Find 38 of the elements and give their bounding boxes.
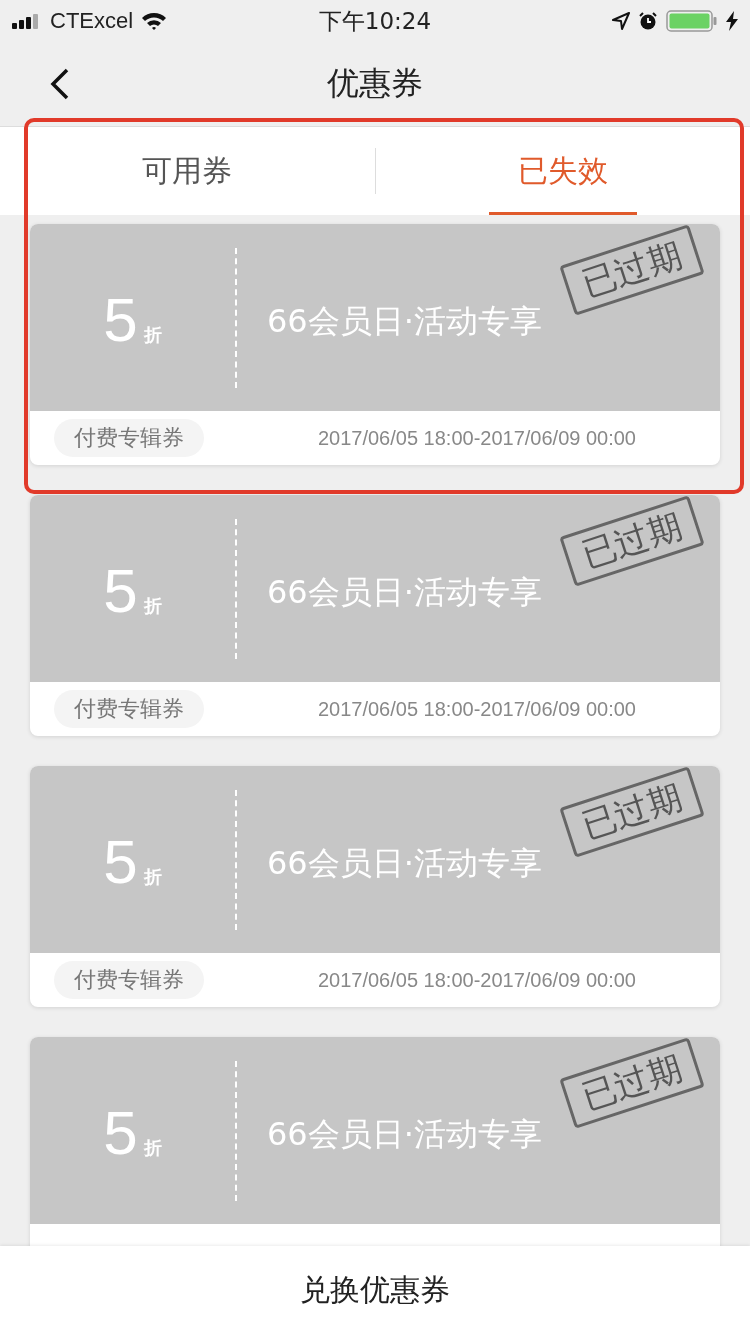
coupon-title: 66会员日·活动专享 [267, 1113, 542, 1155]
charging-bolt-icon [726, 11, 738, 31]
redeem-coupon-button[interactable]: 兑换优惠券 [0, 1246, 750, 1334]
validity-period: 2017/06/05 18:00-2017/06/09 00:00 [317, 426, 636, 450]
discount-amount: 5 [103, 284, 138, 355]
alarm-clock-icon [638, 11, 658, 31]
page-title: 优惠券 [327, 63, 423, 104]
validity-period: 2017/06/05 18:00-2017/06/09 00:00 [317, 697, 636, 721]
location-arrow-icon [612, 12, 630, 30]
clock-time: 下午10:24 [317, 6, 433, 36]
tab[interactable]: 已失效 [375, 127, 750, 215]
expired-stamp: 已过期 [559, 766, 705, 858]
coupon-card[interactable]: 5 折 66会员日·活动专享 已过期 [30, 1037, 720, 1246]
discount-amount: 5 [103, 1097, 138, 1168]
expired-stamp: 已过期 [559, 224, 705, 316]
tab[interactable]: 可用券 [0, 127, 375, 215]
discount-amount: 5 [103, 555, 138, 626]
expired-stamp: 已过期 [559, 1037, 705, 1129]
expired-stamp: 已过期 [559, 495, 705, 587]
discount-unit: 折 [143, 1136, 162, 1160]
carrier-name: CTExcel [50, 8, 134, 34]
discount-unit: 折 [143, 865, 162, 889]
wifi-icon [141, 11, 168, 31]
discount-unit: 折 [143, 594, 162, 618]
discount-unit: 折 [143, 323, 162, 347]
coupon-card[interactable]: 5 折 66会员日·活动专享 已过期 付费专辑券 2017/06/05 18:00-2017/06/09 00:00 [30, 495, 720, 736]
discount-amount: 5 [103, 826, 138, 897]
validity-period: 2017/06/05 18:00-2017/06/09 00:00 [317, 968, 636, 992]
battery-icon [666, 10, 718, 32]
coupon-tag: 付费专辑券 [54, 961, 204, 999]
coupon-title: 66会员日·活动专享 [267, 842, 542, 884]
coupon-tag: 付费专辑券 [54, 419, 204, 457]
coupon-title: 66会员日·活动专享 [267, 300, 542, 342]
coupon-tag: 付费专辑券 [54, 690, 204, 728]
coupon-title: 66会员日·活动专享 [267, 571, 542, 613]
back-icon[interactable] [50, 68, 70, 100]
coupon-card[interactable]: 5 折 66会员日·活动专享 已过期 付费专辑券 2017/06/05 18:00-2017/06/09 00:00 [30, 224, 720, 465]
coupon-card[interactable]: 5 折 66会员日·活动专享 已过期 付费专辑券 2017/06/05 18:00-2017/06/09 00:00 [30, 766, 720, 1007]
